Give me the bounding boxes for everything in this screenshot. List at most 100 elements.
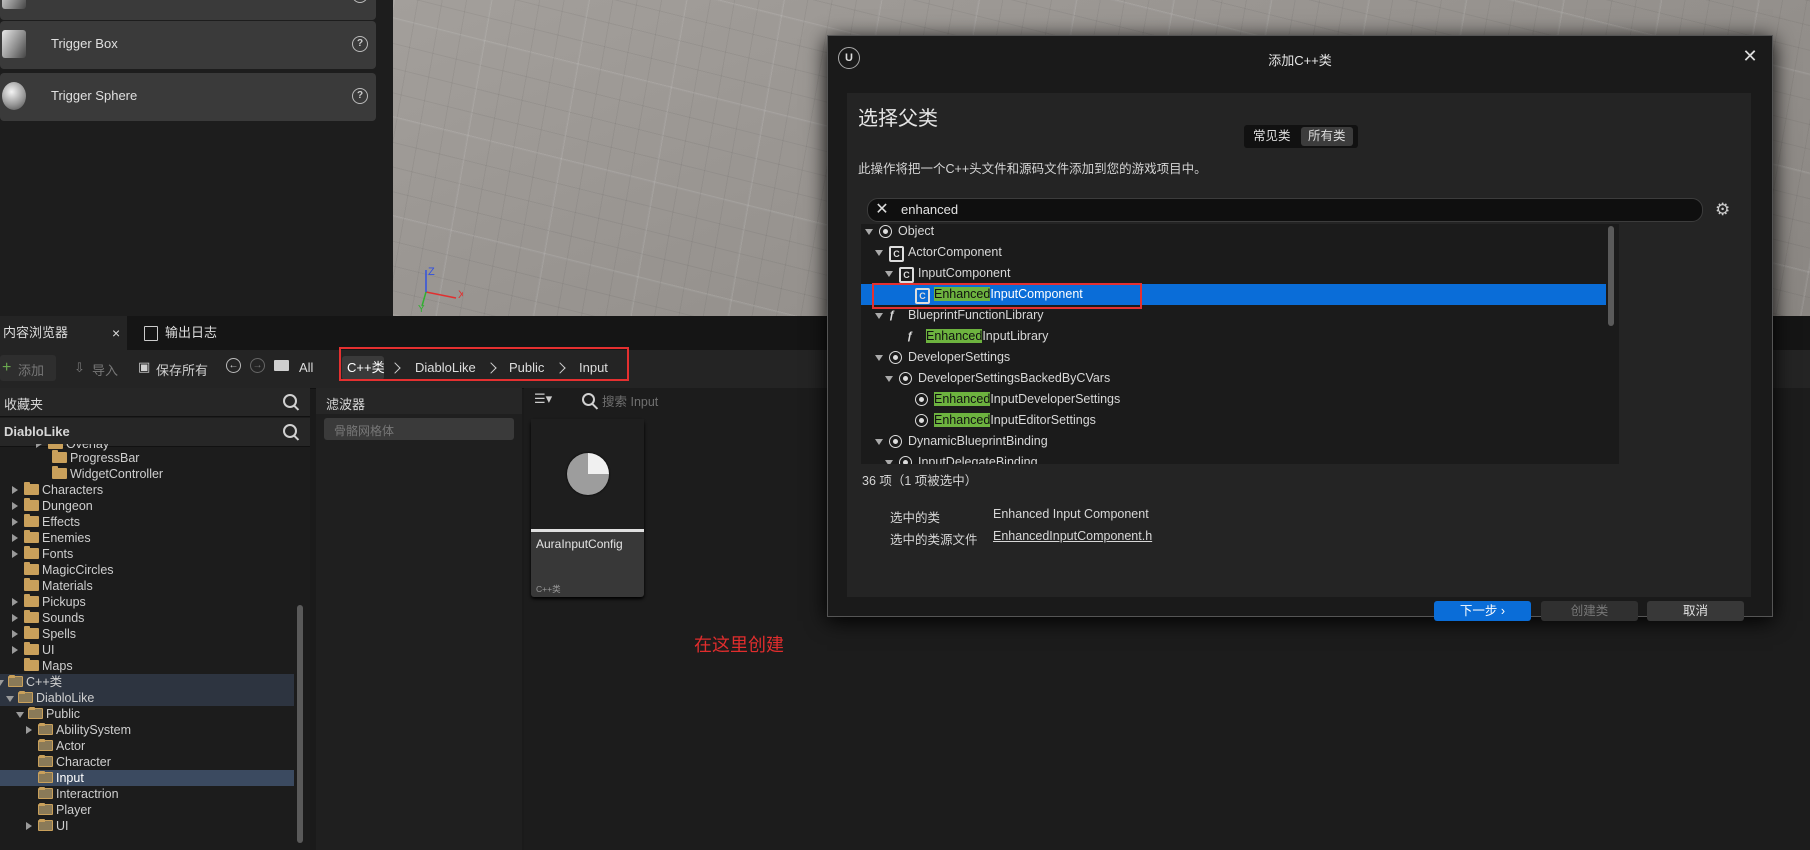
chevron-down-icon[interactable] [875, 250, 883, 256]
folder-icon[interactable] [274, 360, 289, 371]
chevron-right-icon[interactable] [12, 534, 18, 542]
breadcrumb-all[interactable]: All [299, 350, 313, 386]
favorites-header[interactable]: 收藏夹 [0, 388, 310, 417]
tree-item-folder[interactable]: Public [0, 706, 294, 722]
close-icon[interactable]: × [112, 316, 120, 350]
chevron-down-icon[interactable] [6, 696, 14, 702]
tree-item-folder[interactable]: Actor [0, 738, 294, 754]
tree-item-folder[interactable]: Fonts [0, 546, 294, 562]
chevron-right-icon[interactable] [26, 822, 32, 830]
tree-item-folder[interactable]: Characters [0, 482, 294, 498]
gear-icon[interactable]: ⚙ [1715, 200, 1730, 220]
tree-item-folder[interactable]: Input [0, 770, 294, 786]
class-tree-row[interactable]: DeveloperSettingsBackedByCVars [861, 368, 1606, 389]
chevron-down-icon[interactable] [875, 439, 883, 445]
chevron-right-icon[interactable] [12, 630, 18, 638]
tab-output-log[interactable]: 输出日志 [128, 316, 238, 350]
tree-item-folder[interactable]: Dungeon [0, 498, 294, 514]
component-class-icon: C [889, 246, 904, 262]
class-tree-row[interactable]: InputDelegateBinding [861, 452, 1606, 464]
tree-item-folder[interactable]: DiabloLike [0, 690, 294, 706]
chevron-right-icon[interactable] [12, 486, 18, 494]
tree-item-folder[interactable]: AbilitySystem [0, 722, 294, 738]
help-icon[interactable]: ? [352, 36, 368, 52]
help-icon[interactable]: ? [352, 88, 368, 104]
place-item-partial[interactable]: ? [0, 0, 376, 20]
search-icon[interactable] [283, 394, 297, 408]
class-tree-row[interactable]: Object [861, 224, 1606, 242]
chevron-right-icon[interactable] [12, 502, 18, 510]
class-tree-row[interactable]: ƒ EnhancedInputLibrary [861, 326, 1606, 347]
scrollbar[interactable] [297, 605, 303, 843]
tree-item-folder[interactable]: Pickups [0, 594, 294, 610]
asset-search-input[interactable]: 搜索 Input [602, 391, 658, 410]
tree-item-label: Effects [42, 515, 80, 529]
chevron-down-icon[interactable] [885, 460, 893, 464]
add-button[interactable]: + 添加 [0, 355, 56, 381]
scrollbar[interactable] [1608, 226, 1614, 326]
class-tree-row[interactable]: C InputComponent [861, 263, 1606, 284]
chevron-right-icon[interactable] [36, 444, 42, 448]
create-class-button[interactable]: 创建类 [1541, 601, 1638, 621]
chevron-down-icon[interactable] [0, 680, 4, 686]
chevron-down-icon[interactable] [875, 313, 883, 319]
tree-item-folder[interactable]: Enemies [0, 530, 294, 546]
tree-item-folder[interactable]: Maps [0, 658, 294, 674]
save-all-button[interactable]: ▣ 保存所有 [136, 355, 216, 381]
clear-search-icon[interactable]: ✕ [873, 199, 891, 221]
tree-item-folder[interactable]: ProgressBar [0, 450, 294, 466]
chevron-right-icon[interactable] [12, 518, 18, 526]
tree-item-folder[interactable]: WidgetController [0, 466, 294, 482]
actor-thumbnail [2, 0, 26, 9]
cancel-button[interactable]: 取消 [1647, 601, 1744, 621]
next-button[interactable]: 下一步 › [1434, 601, 1531, 621]
item-count: 36 项（1 项被选中） [862, 474, 978, 488]
tree-item-folder[interactable]: Materials [0, 578, 294, 594]
tree-item-folder[interactable]: Effects [0, 514, 294, 530]
class-tree-row[interactable]: DynamicBlueprintBinding [861, 431, 1606, 452]
tree-item-folder[interactable]: Spells [0, 626, 294, 642]
asset-tile[interactable]: AuraInputConfig C++类 [531, 419, 644, 597]
class-tree-row[interactable]: C ActorComponent [861, 242, 1606, 263]
tree-item-folder[interactable]: MagicCircles [0, 562, 294, 578]
chevron-down-icon[interactable] [16, 712, 24, 718]
place-item-trigger-sphere[interactable]: Trigger Sphere ? [0, 73, 376, 121]
chevron-down-icon[interactable] [875, 355, 883, 361]
search-icon[interactable] [283, 424, 297, 438]
chevron-down-icon[interactable] [885, 271, 893, 277]
chevron-right-icon[interactable] [12, 550, 18, 558]
all-classes-button[interactable]: 所有类 [1301, 127, 1353, 146]
tree-item-folder[interactable]: Character [0, 754, 294, 770]
forward-icon[interactable]: → [250, 358, 265, 373]
help-icon[interactable]: ? [352, 0, 368, 3]
close-icon[interactable]: ✕ [1740, 46, 1760, 66]
selected-source-link[interactable]: EnhancedInputComponent.h [993, 529, 1152, 543]
filter-chip[interactable]: 骨骼网格体 [324, 418, 514, 440]
class-tree-row[interactable]: EnhancedInputDeveloperSettings [861, 389, 1606, 410]
back-icon[interactable]: ← [226, 358, 241, 373]
class-name: EnhancedInputDeveloperSettings [934, 389, 1120, 410]
place-item-trigger-box[interactable]: Trigger Box ? [0, 21, 376, 69]
tree-item-folder[interactable]: UI [0, 818, 294, 834]
tree-item-folder[interactable]: UI [0, 642, 294, 658]
tree-item-folder[interactable]: C++类 [0, 674, 294, 690]
chevron-right-icon[interactable] [12, 614, 18, 622]
project-header[interactable]: DiabloLike [0, 418, 310, 447]
class-tree-row[interactable]: EnhancedInputEditorSettings [861, 410, 1606, 431]
tree-item-folder[interactable]: Interactrion [0, 786, 294, 802]
common-classes-button[interactable]: 常见类 [1246, 127, 1298, 146]
chevron-down-icon[interactable] [865, 229, 873, 235]
dialog-heading: 选择父类 [858, 108, 938, 130]
tree-item-folder[interactable]: Sounds [0, 610, 294, 626]
tab-content-browser[interactable]: 内容浏览器 × [0, 316, 127, 350]
tree-item-folder[interactable]: Player [0, 802, 294, 818]
chevron-right-icon[interactable] [12, 598, 18, 606]
chevron-down-icon[interactable] [885, 376, 893, 382]
asset-thumbnail [531, 419, 644, 532]
class-tree-row[interactable]: DeveloperSettings [861, 347, 1606, 368]
chevron-right-icon[interactable] [12, 646, 18, 654]
class-search-input[interactable]: ✕ enhanced [867, 198, 1703, 222]
import-button[interactable]: ⇩ 导入 [72, 355, 124, 381]
filter-icon[interactable]: ☰▾ [534, 391, 552, 407]
chevron-right-icon[interactable] [26, 726, 32, 734]
